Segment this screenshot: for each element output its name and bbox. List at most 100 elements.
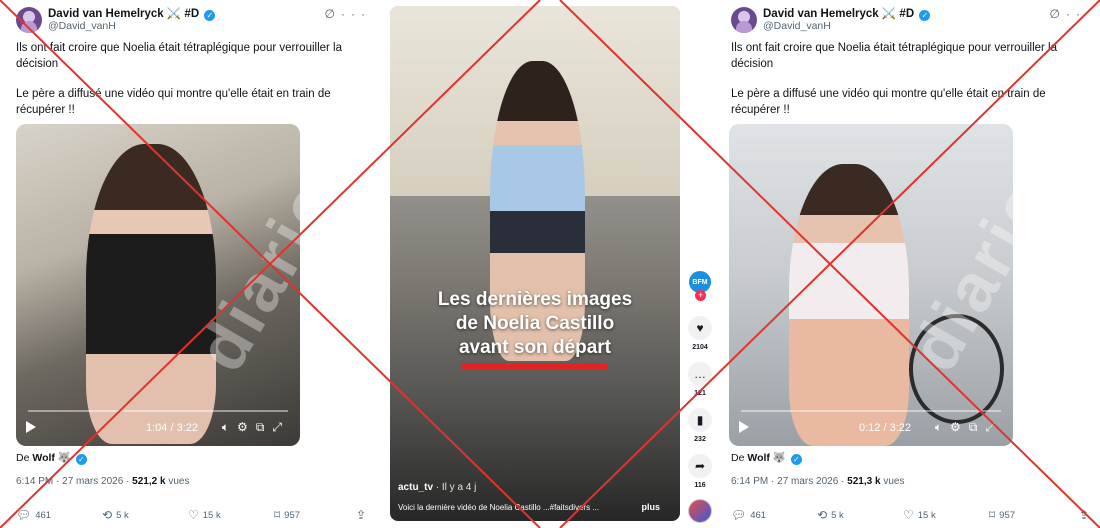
reply-icon: 💬︎	[731, 508, 747, 522]
more-button[interactable]: plus	[641, 502, 660, 512]
heart-icon: ♥	[696, 321, 704, 335]
video-progress-bar[interactable]	[741, 410, 1001, 412]
settings-gear-icon[interactable]: ⚙	[950, 420, 969, 434]
like-button[interactable]: ♡ 15 k	[903, 508, 936, 522]
music-disc-icon[interactable]	[688, 499, 712, 523]
verified-badge-icon: ✓	[790, 454, 802, 465]
retweet-count: 5 k	[116, 510, 129, 521]
caption-line-3: avant son départ	[458, 337, 612, 358]
author-name-text: David van Hemelryck	[48, 8, 164, 20]
fullscreen-icon[interactable]: ⤢	[985, 420, 1003, 434]
views-count: 521,2 k	[132, 476, 166, 487]
video-progress-bar[interactable]	[28, 410, 288, 412]
wolf-emoji: 🐺	[772, 452, 786, 464]
reply-icon: 💬︎	[16, 508, 32, 522]
more-options-icon[interactable]: ···	[341, 7, 371, 21]
wolf-emoji: 🐺	[57, 452, 71, 464]
grok-icon[interactable]: ∅	[325, 7, 341, 21]
tweet-header-icons: ∅···	[325, 7, 371, 21]
bookmark-icon: ⌑	[989, 508, 996, 522]
retweet-count: 5 k	[831, 510, 844, 521]
fullscreen-icon[interactable]: ⤢	[272, 420, 290, 434]
save-count: 232	[694, 436, 706, 443]
tweet-timestamp[interactable]: 6:14 PM · 27 mars 2026 ·	[731, 476, 844, 487]
caption-underline	[461, 363, 607, 370]
comment-button[interactable]: …	[688, 362, 712, 386]
tweet-card-left[interactable]: David van Hemelryck ⚔️ #D ✓ @David_vanH …	[0, 0, 385, 528]
share-button[interactable]: ⇪	[1079, 508, 1093, 522]
author-name[interactable]: David van Hemelryck ⚔️ #D ✓	[48, 6, 216, 21]
tiktok-post[interactable]: Les dernières images de Noelia Castillo …	[390, 6, 717, 523]
tweet-video[interactable]: diario 1:04 / 3:22 🔈︎⚙⧉⤢	[16, 124, 300, 446]
settings-gear-icon[interactable]: ⚙	[237, 420, 256, 434]
like-count: 15 k	[917, 510, 936, 521]
comment-count: 121	[694, 390, 706, 397]
share-button[interactable]: ⇪	[356, 508, 370, 522]
source-account-link[interactable]: Wolf	[747, 452, 770, 464]
share-icon: ⇪	[356, 508, 367, 522]
tweet-meta: 6:14 PM · 27 mars 2026 · 521,3 k vues	[731, 476, 904, 487]
tiktok-video[interactable]: Les dernières images de Noelia Castillo …	[390, 6, 680, 521]
avatar[interactable]	[731, 7, 757, 33]
tweet-meta: 6:14 PM · 27 mars 2026 · 521,2 k vues	[16, 476, 189, 487]
follow-plus-icon[interactable]: +	[695, 290, 706, 301]
like-heart-button[interactable]: ♥	[688, 316, 712, 340]
tweet-text-paragraph-1: Ils ont fait croire que Noelia était tét…	[731, 42, 1058, 70]
video-control-icons: 🔈︎⚙⧉⤢	[222, 420, 290, 435]
video-controls: 0:12 / 3:22 🔈︎⚙⧉⤢	[739, 418, 1003, 438]
bookmark-button[interactable]: ⌑ 957	[989, 508, 1015, 522]
username-text: actu_tv	[398, 482, 434, 493]
bookmark-count: 957	[999, 510, 1016, 521]
volume-icon[interactable]: 🔈︎	[222, 420, 237, 434]
tiktok-description: Voici la dernière vidéo de Noelia Castil…	[398, 503, 599, 512]
reply-button[interactable]: 💬︎ 461	[731, 508, 766, 522]
tweet-header-icons: ∅··	[1050, 7, 1086, 21]
reply-count: 461	[35, 510, 52, 521]
tweet-text-paragraph-2: Le père a diffusé une vidéo qui montre q…	[731, 88, 1046, 116]
retweet-button[interactable]: ⟲ 5 k	[102, 508, 129, 522]
save-button[interactable]: ▮	[688, 408, 712, 432]
retweet-button[interactable]: ⟲ 5 k	[817, 508, 844, 522]
like-button[interactable]: ♡ 15 k	[188, 508, 221, 522]
tweet-actions: 💬︎ 461 ⟲ 5 k ♡ 15 k ⌑ 957 ⇪	[16, 508, 371, 524]
author-handle[interactable]: @David_vanH	[48, 20, 116, 32]
share-count: 116	[694, 482, 706, 489]
caption-line-2: de Noelia Castillo	[455, 313, 615, 334]
video-caption-overlay: Les dernières images de Noelia Castillo …	[404, 288, 666, 360]
pip-icon[interactable]: ⧉	[256, 420, 273, 434]
verified-badge-icon: ✓	[75, 454, 87, 465]
bookmark-icon: ▮	[696, 413, 704, 427]
tweet-card-right[interactable]: David van Hemelryck ⚔️ #D ✓ @David_vanH …	[715, 0, 1100, 528]
grok-icon[interactable]: ∅	[1050, 7, 1066, 21]
play-icon[interactable]	[739, 421, 749, 433]
author-name[interactable]: David van Hemelryck ⚔️ #D ✓	[763, 6, 931, 21]
play-icon[interactable]	[26, 421, 36, 433]
author-badges: ⚔️ #D	[881, 8, 915, 20]
caption-line-1: Les dernières images	[437, 289, 633, 310]
tweet-video[interactable]: diario 0:12 / 3:22 🔈︎⚙⧉⤢	[729, 124, 1013, 446]
reply-count: 461	[750, 510, 767, 521]
heart-icon: ♡	[188, 508, 199, 522]
like-count: 2104	[692, 344, 708, 351]
video-source: De Wolf 🐺 ✓	[731, 451, 802, 465]
posted-time: · Il y a 4 j	[435, 482, 477, 493]
more-options-icon[interactable]: ··	[1066, 7, 1086, 21]
author-name-text: David van Hemelryck	[763, 8, 879, 20]
retweet-icon: ⟲	[102, 508, 113, 522]
author-handle[interactable]: @David_vanH	[763, 20, 831, 32]
like-count: 15 k	[202, 510, 221, 521]
video-time: 1:04 / 3:22	[146, 422, 198, 434]
reply-button[interactable]: 💬︎ 461	[16, 508, 51, 522]
from-label: De	[731, 452, 745, 464]
author-badges: ⚔️ #D	[166, 8, 200, 20]
tiktok-username[interactable]: actu_tv · Il y a 4 j	[398, 482, 476, 493]
bookmark-button[interactable]: ⌑ 957	[274, 508, 300, 522]
share-button[interactable]: ➦	[688, 454, 712, 478]
tweet-text-paragraph-1: Ils ont fait croire que Noelia était tét…	[16, 42, 343, 70]
tweet-timestamp[interactable]: 6:14 PM · 27 mars 2026 ·	[16, 476, 129, 487]
verified-badge-icon: ✓	[919, 10, 931, 21]
source-account-link[interactable]: Wolf	[32, 452, 55, 464]
pip-icon[interactable]: ⧉	[969, 420, 986, 434]
avatar[interactable]	[16, 7, 42, 33]
volume-icon[interactable]: 🔈︎	[935, 420, 950, 434]
